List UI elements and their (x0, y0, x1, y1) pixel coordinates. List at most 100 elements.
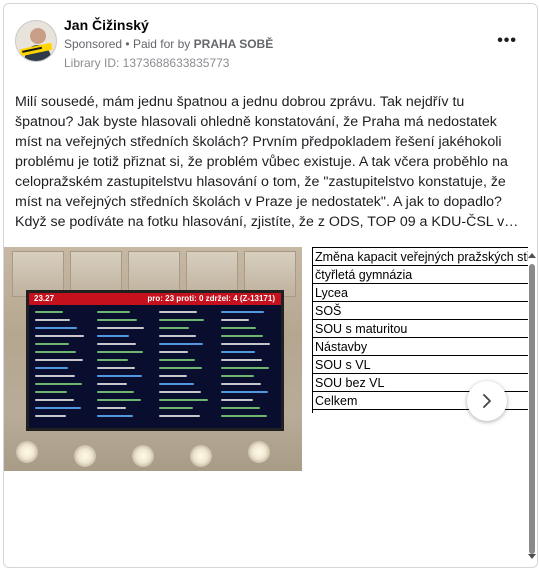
scroll-up-arrow-icon[interactable] (528, 253, 536, 258)
ceiling-light-icon (16, 441, 38, 463)
vote-name-line (221, 415, 267, 417)
vote-name-line (35, 327, 77, 329)
vote-name-line (35, 391, 67, 393)
avatar-photo-icon (16, 21, 56, 61)
vote-name-line (159, 399, 208, 401)
ceiling-light-icon (132, 445, 154, 467)
vote-name-line (97, 351, 143, 353)
vote-name-line (159, 335, 196, 337)
vote-name-line (35, 415, 66, 417)
sponsored-line: Sponsored • Paid for by PRAHA SOBĚ (64, 37, 273, 51)
vote-name-line (97, 407, 126, 409)
capacity-table-cell: čtyřletá gymnázia (312, 265, 528, 284)
paid-for-by-name[interactable]: PRAHA SOBĚ (194, 37, 274, 51)
vote-name-line (159, 343, 203, 345)
vote-name-line (35, 383, 82, 385)
scroll-down-arrow-icon[interactable] (528, 554, 536, 559)
capacity-table-cell: Lycea (312, 283, 528, 302)
sponsored-label[interactable]: Sponsored (64, 37, 122, 51)
capacity-table-row: Lycea (312, 283, 528, 302)
paid-for-label: Paid for by (132, 37, 191, 51)
vote-name-line (221, 351, 255, 353)
vote-name-line (221, 391, 268, 393)
vote-name-line (159, 415, 200, 417)
vote-time: 23.27 (34, 294, 55, 303)
capacity-table-row: SOU s maturitou (312, 319, 528, 338)
vote-name-line (35, 343, 69, 345)
vote-name-line (159, 367, 202, 369)
vote-board-header: 23.27 pro: 23 proti: 0 zdržel: 4 (Z-1317… (29, 293, 281, 305)
vote-name-line (221, 399, 253, 401)
vote-name-line (221, 311, 264, 313)
vote-name-line (35, 319, 70, 321)
capacity-table-cell: SOU s maturitou (312, 319, 528, 338)
vote-name-line (97, 311, 130, 313)
vote-name-line (97, 415, 133, 417)
ad-post-card: Jan Čižinský Sponsored • Paid for by PRA… (3, 3, 538, 568)
post-paragraph: Když se podíváte na fotku hlasování, zji… (15, 214, 519, 230)
vote-name-line (221, 335, 263, 337)
more-horizontal-icon: ••• (497, 32, 517, 49)
vote-name-line (159, 359, 195, 361)
vote-name-line (159, 351, 188, 353)
vertical-scrollbar[interactable] (527, 247, 537, 563)
capacity-table-cell: SOU s VL (312, 355, 528, 374)
vote-name-line (221, 383, 261, 385)
meta-separator: • (125, 37, 133, 51)
vote-name-line (159, 407, 193, 409)
capacity-table-cell: Nástavby (312, 337, 528, 356)
vote-name-line (221, 359, 262, 361)
vote-name-line (97, 367, 135, 369)
vote-name-line (97, 399, 141, 401)
vote-name-line (97, 375, 142, 377)
vote-name-line (35, 367, 68, 369)
vote-name-line (35, 399, 74, 401)
capacity-table-row: SOŠ (312, 301, 528, 320)
vote-name-line (221, 327, 256, 329)
capacity-table-row: čtyřletá gymnázia (312, 265, 528, 284)
vote-name-line (97, 319, 137, 321)
carousel-next-button[interactable] (467, 381, 507, 421)
vote-name-line (159, 311, 197, 313)
ceiling-light-icon (190, 445, 212, 467)
more-options-button[interactable]: ••• (497, 32, 517, 50)
vote-name-line (35, 351, 76, 353)
vote-name-line (221, 407, 260, 409)
ceiling-light-icon (248, 441, 270, 463)
vote-name-line (35, 375, 75, 377)
vote-name-line (97, 383, 127, 385)
chevron-right-icon (483, 394, 491, 408)
ceiling-light-icon (74, 445, 96, 467)
vote-name-line (221, 375, 254, 377)
vote-name-line (159, 327, 189, 329)
vote-name-line (159, 375, 187, 377)
vote-name-line (221, 343, 270, 345)
vote-name-line (97, 327, 144, 329)
voting-board-photo[interactable]: 23.27 pro: 23 proti: 0 zdržel: 4 (Z-1317… (4, 247, 302, 471)
capacity-table-row: Změna kapacit veřejných pražských stře (312, 247, 528, 266)
vote-name-line (159, 319, 204, 321)
vote-result: pro: 23 proti: 0 zdržel: 4 (Z-13171) (147, 294, 275, 303)
vote-name-line (97, 391, 134, 393)
capacity-table-cell: SOŠ (312, 301, 528, 320)
library-id: Library ID: 1373688633835773 (64, 56, 230, 70)
capacity-table-row: SOU s VL (312, 355, 528, 374)
vote-name-line (35, 359, 83, 361)
vote-name-line (221, 319, 249, 321)
capacity-table-cell: Změna kapacit veřejných pražských stře (312, 247, 528, 266)
vote-display-board: 23.27 pro: 23 proti: 0 zdržel: 4 (Z-1317… (26, 290, 284, 431)
vote-name-line (97, 343, 136, 345)
vote-name-line (35, 335, 84, 337)
vote-name-line (221, 367, 269, 369)
vote-name-line (159, 391, 201, 393)
scrollbar-thumb[interactable] (529, 264, 535, 554)
post-text: Milí sousedé, mám jednu špatnou a jednu … (15, 92, 525, 232)
vote-name-line (35, 311, 63, 313)
vote-name-line (35, 407, 81, 409)
vote-name-line (97, 359, 128, 361)
author-name[interactable]: Jan Čižinský (64, 17, 149, 33)
author-avatar[interactable] (15, 20, 57, 62)
vote-name-line (97, 335, 129, 337)
capacity-table-row: Nástavby (312, 337, 528, 356)
post-paragraph: Milí sousedé, mám jednu špatnou a jednu … (15, 94, 508, 210)
